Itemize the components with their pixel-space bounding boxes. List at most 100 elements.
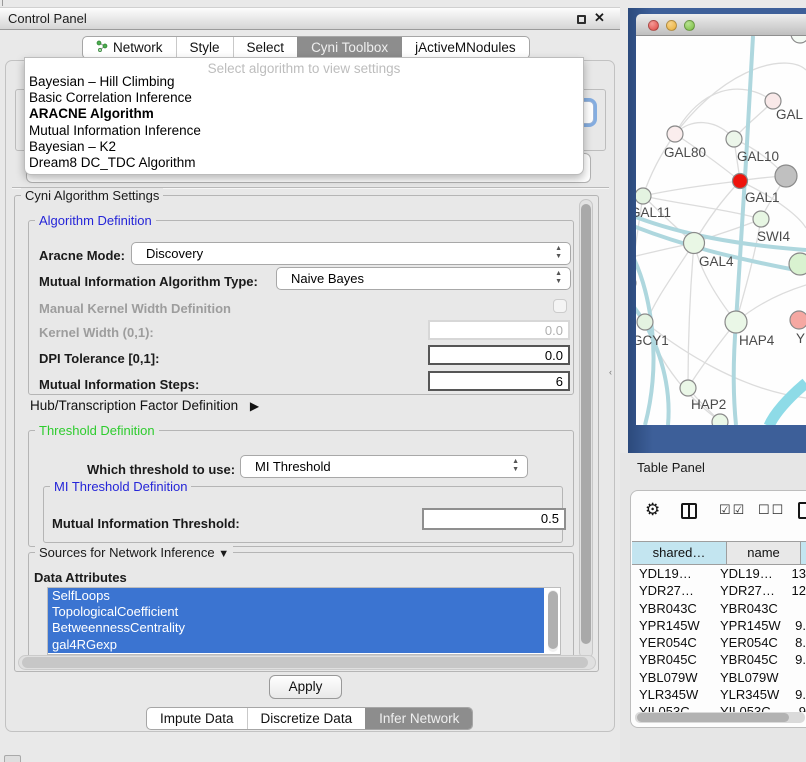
mi-threshold-field[interactable]: 0.5 — [422, 508, 566, 530]
aracne-mode-select[interactable]: Discovery ▲▼ — [131, 242, 571, 265]
node-swi4[interactable] — [753, 211, 769, 227]
attribute-item-gal4rgexp[interactable]: gal4RGexp — [48, 637, 544, 653]
algorithm-option-basic-correlation-inference[interactable]: Basic Correlation Inference — [25, 90, 583, 106]
algorithm-option-bayesian-hill-climbing[interactable]: Bayesian – Hill Climbing — [25, 74, 583, 90]
control-panel-titlebar: Control Panel ✕ — [0, 7, 620, 30]
table-row[interactable]: YDL19…YDL19…13 — [632, 565, 806, 582]
sources-group: Sources for Network Inference ▼ Data Att… — [28, 552, 574, 667]
tab-discretize-data[interactable]: Discretize Data — [247, 708, 366, 729]
node-gcy1[interactable] — [637, 314, 653, 330]
cell: YER054C — [639, 634, 697, 651]
close-traffic-light-icon[interactable] — [648, 20, 659, 31]
node-gal11[interactable] — [636, 188, 651, 204]
panel-splitter-handle[interactable]: ‹ — [609, 367, 612, 377]
cell: YBR045C — [639, 651, 697, 668]
network-canvas[interactable]: GALGAL80GAL10GAL1GAL11SWI4GAL4YHAP4GCY1H… — [636, 36, 806, 425]
tab-infer-network[interactable]: Infer Network — [365, 708, 472, 729]
algorithm-option-bayesian-k2[interactable]: Bayesian – K2 — [25, 139, 583, 155]
cell: YPR145W — [720, 617, 781, 634]
node-top-right[interactable] — [791, 36, 806, 43]
table-row[interactable]: YLR345WYLR345W9. — [632, 686, 806, 703]
settings-horizontal-scrollbar[interactable] — [18, 655, 596, 670]
table-row[interactable]: YIL053CYIL053C9 — [632, 703, 806, 712]
zoom-traffic-light-icon[interactable] — [684, 20, 695, 31]
algorithm-option-aracne-algorithm[interactable]: ARACNE Algorithm — [25, 106, 583, 122]
tab-network[interactable]: Network — [83, 37, 176, 58]
mi-steps-field[interactable]: 6 — [428, 371, 570, 391]
control-panel-tabs: NetworkStyleSelectCyni ToolboxjActiveMNo… — [82, 36, 530, 59]
scrollbar-thumb[interactable] — [637, 713, 789, 722]
float-window-icon[interactable] — [577, 15, 586, 24]
network-view-window: GALGAL80GAL10GAL1GAL11SWI4GAL4YHAP4GCY1H… — [628, 8, 806, 453]
mi-type-select[interactable]: Naive Bayes ▲▼ — [276, 267, 571, 290]
table-horizontal-scrollbar[interactable] — [635, 712, 805, 723]
minimized-panel-chip[interactable] — [4, 755, 21, 762]
list-scrollbar[interactable] — [548, 590, 558, 652]
table-row[interactable]: YER054CYER054C8. — [632, 634, 806, 651]
node-gal80[interactable] — [667, 126, 683, 142]
aracne-mode-label: Aracne Mode: — [39, 248, 125, 263]
stepper-arrows-icon: ▲▼ — [555, 270, 562, 286]
node-salmon[interactable] — [790, 311, 806, 329]
scrollbar-thumb[interactable] — [581, 204, 591, 644]
table-toolbar: ⚙ ☑☑ ☐☐ — [631, 499, 806, 527]
tab-cyni-toolbox[interactable]: Cyni Toolbox — [297, 37, 401, 58]
unchecked-boxes-icon[interactable]: ☐☐ — [758, 502, 785, 518]
node-gal10-label: GAL10 — [737, 149, 779, 164]
scrollbar-thumb[interactable] — [22, 657, 588, 668]
which-threshold-label: Which threshold to use: — [87, 462, 235, 477]
cyni-algorithm-settings-group: Cyni Algorithm Settings Algorithm Defini… — [14, 195, 599, 672]
tab-jactivemnodules[interactable]: jActiveMNodules — [401, 37, 529, 58]
node-gal4[interactable] — [684, 233, 705, 254]
node-green-right[interactable] — [789, 253, 806, 275]
attribute-item-betweennesscentrality[interactable]: BetweennessCentrality — [48, 620, 544, 636]
node-gal4-label: GAL4 — [699, 254, 734, 269]
cell: YBR043C — [639, 600, 697, 617]
minimize-traffic-light-icon[interactable] — [666, 20, 677, 31]
hub-definition-expander[interactable]: Hub/Transcription Factor Definition ▶ — [30, 398, 259, 413]
document-icon[interactable] — [798, 502, 806, 519]
attribute-item-selfloops[interactable]: SelfLoops — [48, 588, 544, 604]
which-threshold-select[interactable]: MI Threshold ▲▼ — [240, 455, 528, 478]
attribute-item-topologicalcoefficient[interactable]: TopologicalCoefficient — [48, 604, 544, 620]
cell: YBR043C — [720, 600, 778, 617]
close-window-icon[interactable]: ✕ — [594, 10, 605, 26]
checked-boxes-icon[interactable]: ☑☑ — [719, 502, 746, 518]
table-row[interactable]: YBR045CYBR045C9. — [632, 651, 806, 668]
algorithm-option-dream8-dc-tdc-algorithm[interactable]: Dream8 DC_TDC Algorithm — [25, 155, 583, 171]
algorithm-option-mutual-information-inference[interactable]: Mutual Information Inference — [25, 123, 583, 139]
kernel-width-field[interactable]: 0.0 — [428, 320, 570, 340]
node-gray[interactable] — [775, 165, 797, 187]
column-header-name[interactable]: name — [727, 542, 801, 564]
chevron-right-icon: ▶ — [250, 399, 259, 413]
table-row[interactable]: YBR043C YBR043C — [632, 600, 806, 617]
cell: YLR345W — [720, 686, 779, 703]
apply-button[interactable]: Apply — [269, 675, 342, 699]
settings-group-title: Cyni Algorithm Settings — [21, 188, 163, 203]
cell: YDR27… — [720, 582, 775, 599]
table-row[interactable]: YBL079WYBL079W — [632, 669, 806, 686]
tab-impute-data[interactable]: Impute Data — [147, 708, 247, 729]
scrollbar-thumb[interactable] — [548, 591, 558, 649]
dpi-tolerance-field[interactable]: 0.0 — [428, 345, 570, 365]
settings-vertical-scrollbar[interactable] — [579, 199, 593, 659]
node-hap4[interactable] — [725, 311, 747, 333]
table-row[interactable]: YDR27…YDR27…12 — [632, 582, 806, 599]
column-header-partial[interactable] — [801, 542, 806, 564]
tab-style[interactable]: Style — [176, 37, 233, 58]
column-header-shared[interactable]: shared… — [632, 542, 727, 564]
node-gal10[interactable] — [726, 131, 742, 147]
node-bottom[interactable] — [712, 414, 728, 425]
cell: 9. — [784, 686, 806, 703]
node-gal1[interactable] — [733, 174, 748, 189]
gear-icon[interactable]: ⚙ — [645, 500, 660, 520]
tab-select[interactable]: Select — [233, 37, 298, 58]
node-hap2[interactable] — [680, 380, 696, 396]
data-attributes-list: SelfLoopsTopologicalCoefficientBetweenne… — [47, 587, 561, 655]
split-columns-icon[interactable] — [681, 503, 697, 519]
stepper-arrows-icon: ▲▼ — [512, 458, 519, 474]
dpi-tolerance-label: DPI Tolerance [0,1]: — [39, 351, 159, 366]
table-row[interactable]: YPR145WYPR145W9. — [632, 617, 806, 634]
manual-kernel-checkbox[interactable] — [553, 299, 567, 313]
sources-expander[interactable]: Sources for Network Inference ▼ — [35, 545, 233, 560]
